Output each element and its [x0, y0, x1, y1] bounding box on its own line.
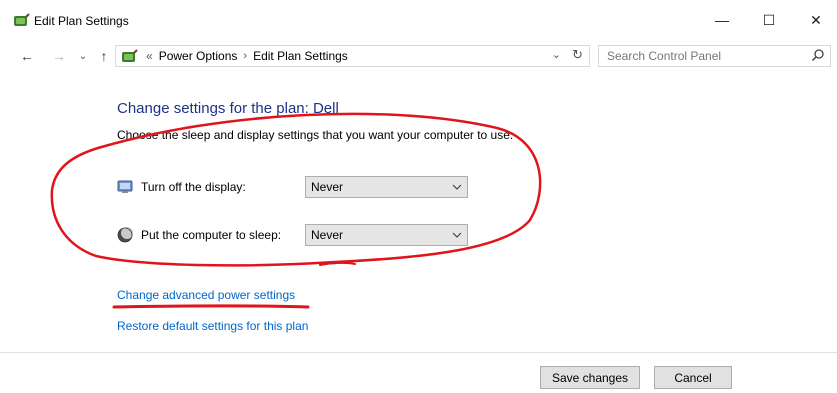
red-underline-annotation — [112, 304, 310, 309]
chevron-down-icon — [452, 232, 462, 238]
breadcrumb-arrow[interactable]: › — [243, 50, 247, 62]
sleep-setting-row: Put the computer to sleep: Never — [117, 224, 477, 246]
search-icon[interactable] — [811, 48, 825, 62]
close-button[interactable]: ✕ — [796, 6, 836, 34]
window-title: Edit Plan Settings — [34, 14, 129, 28]
red-circle-tail — [319, 261, 356, 266]
power-options-icon — [14, 13, 30, 26]
chevron-down-icon — [452, 184, 462, 190]
display-timeout-select[interactable]: Never — [305, 176, 468, 198]
moon-icon — [117, 227, 133, 243]
recent-locations-button[interactable]: ⌄ — [75, 46, 91, 66]
maximize-button[interactable]: ☐ — [749, 6, 789, 34]
advanced-power-settings-link[interactable]: Change advanced power settings — [117, 288, 295, 302]
sleep-timeout-value: Never — [311, 228, 344, 242]
cancel-button[interactable]: Cancel — [654, 366, 732, 389]
forward-button[interactable]: → — [48, 46, 70, 66]
up-button[interactable]: ↑ — [95, 46, 113, 66]
search-box[interactable] — [598, 45, 831, 67]
sleep-timeout-select[interactable]: Never — [305, 224, 468, 246]
back-button[interactable]: ← — [15, 46, 39, 66]
power-options-icon — [122, 49, 138, 62]
refresh-icon[interactable]: ↻ — [572, 47, 583, 63]
minimize-button[interactable]: — — [702, 6, 742, 34]
address-bar[interactable]: « Power Options › Edit Plan Settings ⌄ ↻ — [115, 45, 590, 67]
page-title: Change settings for the plan: Dell — [117, 100, 339, 117]
display-setting-label: Turn off the display: — [141, 180, 246, 194]
restore-defaults-link[interactable]: Restore default settings for this plan — [117, 319, 308, 333]
display-icon — [117, 180, 133, 193]
breadcrumb-power-options[interactable]: Power Options — [159, 49, 238, 63]
sleep-setting-label: Put the computer to sleep: — [141, 228, 282, 242]
save-changes-button[interactable]: Save changes — [540, 366, 640, 389]
address-dropdown-icon[interactable]: ⌄ — [552, 48, 561, 61]
search-input[interactable] — [599, 46, 799, 66]
footer-divider — [0, 352, 837, 353]
breadcrumb-edit-plan-settings[interactable]: Edit Plan Settings — [253, 49, 348, 63]
title-bar: Edit Plan Settings — ☐ ✕ — [0, 0, 837, 38]
breadcrumb-overflow[interactable]: « — [146, 49, 153, 63]
navigation-bar: ← → ⌄ ↑ « Power Options › Edit Plan Sett… — [0, 40, 837, 72]
page-description: Choose the sleep and display settings th… — [117, 128, 514, 142]
display-timeout-value: Never — [311, 180, 344, 194]
display-setting-row: Turn off the display: Never — [117, 176, 477, 198]
